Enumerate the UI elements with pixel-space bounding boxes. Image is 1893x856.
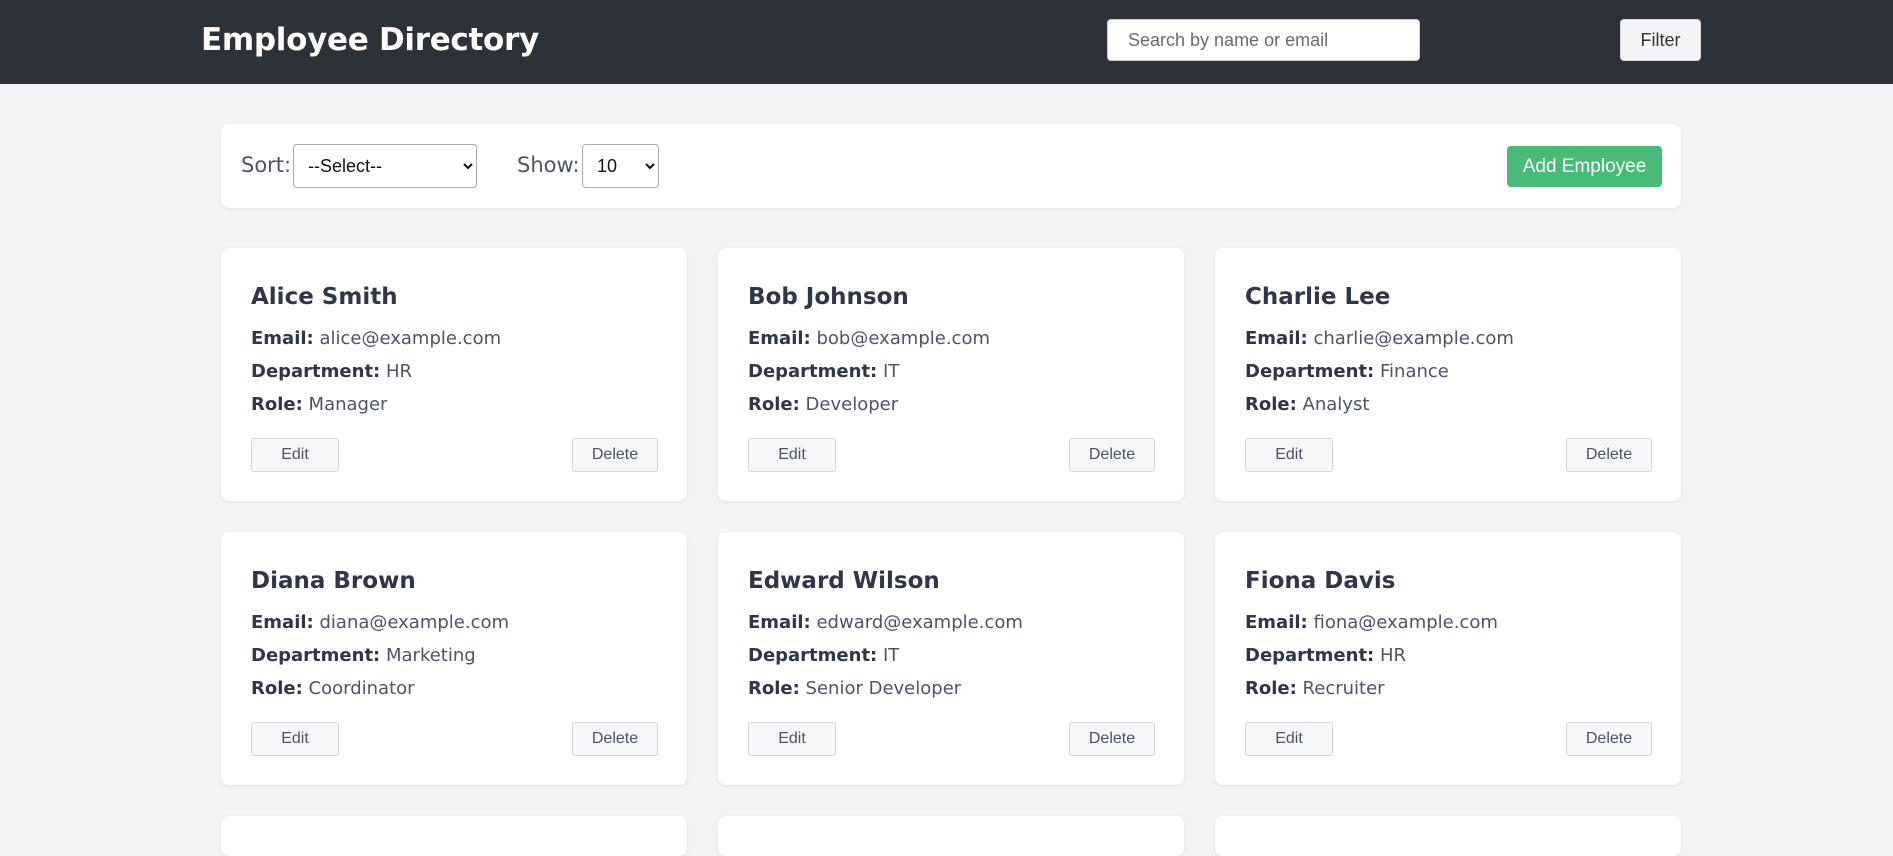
employee-email: Email: bob@example.com (748, 328, 990, 349)
department-value: Finance (1379, 361, 1449, 382)
delete-button[interactable]: Delete (1566, 438, 1652, 472)
department-label: Department: (1245, 361, 1375, 382)
department-value: IT (882, 361, 900, 382)
delete-button[interactable]: Delete (1069, 722, 1155, 756)
employee-email: Email: diana@example.com (251, 612, 509, 633)
edit-button[interactable]: Edit (251, 722, 339, 756)
toolbar: Sort: --Select-- Show: 10 Add Employee (221, 124, 1681, 208)
employee-role: Role: Senior Developer (748, 678, 961, 699)
show-label: Show: (517, 153, 580, 177)
employee-department: Department: HR (251, 361, 412, 382)
email-value: charlie@example.com (1313, 328, 1514, 349)
employee-card: Fiona Davis Email: fiona@example.com Dep… (1215, 532, 1681, 785)
department-label: Department: (748, 361, 878, 382)
email-label: Email: (1245, 612, 1308, 633)
role-label: Role: (748, 678, 800, 699)
employee-role: Role: Analyst (1245, 394, 1369, 415)
role-value: Developer (805, 394, 899, 415)
search-input[interactable] (1107, 19, 1420, 61)
employee-email: Email: charlie@example.com (1245, 328, 1514, 349)
employee-card: Edward Wilson Email: edward@example.com … (718, 532, 1184, 785)
employee-role: Role: Manager (251, 394, 387, 415)
email-value: alice@example.com (319, 328, 502, 349)
role-label: Role: (748, 394, 800, 415)
email-label: Email: (1245, 328, 1308, 349)
department-value: Marketing (385, 645, 476, 666)
employee-card-partial (221, 816, 687, 856)
delete-button[interactable]: Delete (1069, 438, 1155, 472)
filter-button[interactable]: Filter (1620, 19, 1701, 61)
edit-button[interactable]: Edit (251, 438, 339, 472)
employee-name: Fiona Davis (1245, 568, 1396, 594)
department-label: Department: (251, 361, 381, 382)
employee-name: Alice Smith (251, 284, 398, 310)
employee-name: Edward Wilson (748, 568, 940, 594)
department-value: IT (882, 645, 900, 666)
employee-role: Role: Developer (748, 394, 898, 415)
employee-name: Bob Johnson (748, 284, 909, 310)
show-count-select[interactable]: 10 (582, 144, 659, 188)
employee-role: Role: Recruiter (1245, 678, 1385, 699)
role-label: Role: (1245, 678, 1297, 699)
employee-department: Department: Marketing (251, 645, 476, 666)
employee-department: Department: Finance (1245, 361, 1449, 382)
role-value: Recruiter (1302, 678, 1385, 699)
employee-department: Department: IT (748, 645, 899, 666)
edit-button[interactable]: Edit (748, 438, 836, 472)
employee-card: Alice Smith Email: alice@example.com Dep… (221, 248, 687, 501)
department-value: HR (385, 361, 413, 382)
email-label: Email: (251, 328, 314, 349)
sort-select[interactable]: --Select-- (293, 144, 477, 188)
email-label: Email: (748, 612, 811, 633)
department-label: Department: (748, 645, 878, 666)
sort-label: Sort: (241, 153, 292, 177)
department-value: HR (1379, 645, 1407, 666)
employee-name: Diana Brown (251, 568, 416, 594)
employee-department: Department: HR (1245, 645, 1406, 666)
edit-button[interactable]: Edit (1245, 438, 1333, 472)
role-label: Role: (1245, 394, 1297, 415)
email-value: bob@example.com (816, 328, 990, 349)
app-title: Employee Directory (201, 22, 539, 58)
role-value: Coordinator (308, 678, 415, 699)
role-value: Manager (308, 394, 388, 415)
top-navbar: Employee Directory Filter (0, 0, 1893, 84)
email-label: Email: (748, 328, 811, 349)
employee-email: Email: fiona@example.com (1245, 612, 1498, 633)
role-label: Role: (251, 678, 303, 699)
department-label: Department: (251, 645, 381, 666)
employee-card: Charlie Lee Email: charlie@example.com D… (1215, 248, 1681, 501)
edit-button[interactable]: Edit (748, 722, 836, 756)
edit-button[interactable]: Edit (1245, 722, 1333, 756)
delete-button[interactable]: Delete (1566, 722, 1652, 756)
employee-card-partial (1215, 816, 1681, 856)
delete-button[interactable]: Delete (572, 438, 658, 472)
employee-card: Bob Johnson Email: bob@example.com Depar… (718, 248, 1184, 501)
email-value: diana@example.com (319, 612, 510, 633)
employee-email: Email: alice@example.com (251, 328, 501, 349)
add-employee-button[interactable]: Add Employee (1507, 146, 1662, 187)
employee-card-partial (718, 816, 1184, 856)
email-label: Email: (251, 612, 314, 633)
employee-department: Department: IT (748, 361, 899, 382)
employee-card: Diana Brown Email: diana@example.com Dep… (221, 532, 687, 785)
role-value: Analyst (1302, 394, 1370, 415)
delete-button[interactable]: Delete (572, 722, 658, 756)
email-value: fiona@example.com (1313, 612, 1498, 633)
role-label: Role: (251, 394, 303, 415)
department-label: Department: (1245, 645, 1375, 666)
employee-role: Role: Coordinator (251, 678, 415, 699)
role-value: Senior Developer (805, 678, 962, 699)
employee-card-grid: Alice Smith Email: alice@example.com Dep… (221, 248, 1681, 856)
email-value: edward@example.com (816, 612, 1023, 633)
employee-name: Charlie Lee (1245, 284, 1391, 310)
employee-email: Email: edward@example.com (748, 612, 1023, 633)
